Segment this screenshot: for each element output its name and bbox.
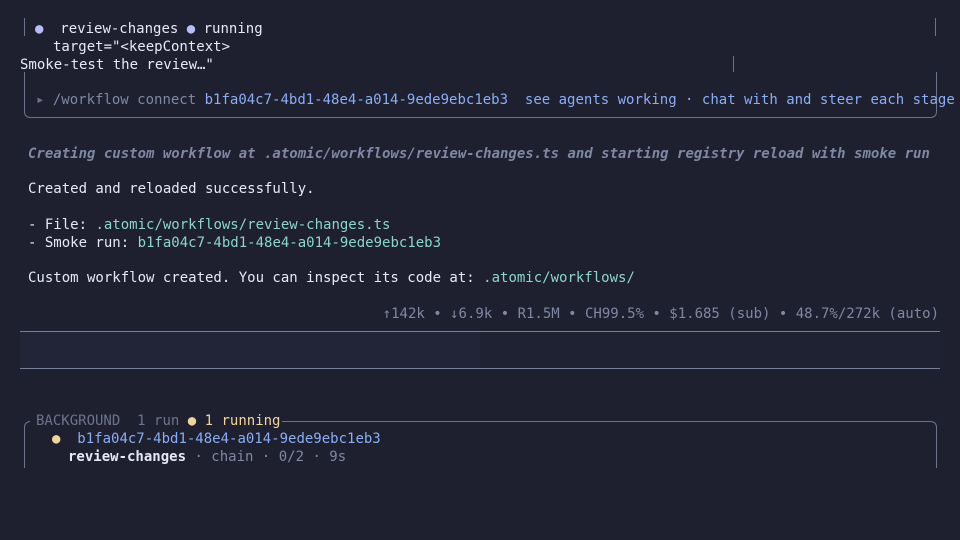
created-message: Created and reloaded successfully. — [28, 181, 315, 197]
final-prefix: Custom workflow created. You can inspect… — [28, 270, 484, 286]
smoke-label: - Smoke run: — [28, 235, 138, 251]
background-run-row[interactable]: ● b1fa04c7-4bd1-48e4-a014-9ede9ebc1eb3 — [52, 430, 381, 448]
target-line: target="<keepContext> — [53, 39, 231, 55]
background-header: BACKGROUND 1 run ● 1 running — [36, 412, 280, 430]
prompt-input-highlight — [20, 332, 480, 368]
run-status-dot-icon: ● — [52, 431, 61, 447]
final-message: Custom workflow created. You can inspect… — [28, 269, 635, 287]
usage-stats: ↑142k • ↓6.9k • R1.5M • CH99.5% • $1.685… — [382, 306, 939, 322]
background-run-meta: · chain · 0/2 · 9s — [186, 449, 347, 465]
smoke-run-line: - Smoke run: b1fa04c7-4bd1-48e4-a014-9ed… — [28, 234, 441, 252]
connect-command: /workflow connect — [52, 92, 197, 108]
background-run-name: review-changes — [68, 449, 187, 465]
running-count: 1 running — [204, 413, 281, 429]
background-count: 1 run — [137, 413, 180, 429]
viewport-bottom — [0, 468, 960, 540]
smoke-run-id[interactable]: b1fa04c7-4bd1-48e4-a014-9ede9ebc1eb3 — [138, 235, 441, 251]
top-box-left-border — [24, 18, 25, 36]
file-label: - File: — [28, 217, 96, 233]
background-run-detail: review-changes · chain · 0/2 · 9s — [68, 448, 346, 466]
status-dot-icon: ● — [186, 21, 196, 37]
file-line: - File: .atomic/workflows/review-changes… — [28, 216, 390, 234]
connect-run-id[interactable]: b1fa04c7-4bd1-48e4-a014-9ede9ebc1eb3 — [205, 92, 508, 108]
top-box-header: ● review-changes ● running — [35, 20, 263, 38]
final-path-link[interactable]: .atomic/workflows/ — [483, 270, 635, 286]
terminal-window: ● review-changes ● running target="<keep… — [0, 0, 960, 540]
background-title: BACKGROUND — [36, 413, 121, 429]
running-dot-icon: ● — [187, 413, 197, 429]
text-cursor — [733, 56, 734, 72]
prompt-input[interactable] — [20, 331, 940, 369]
workflow-name: review-changes — [60, 21, 179, 37]
workflow-dot-icon: ● — [35, 21, 44, 37]
arrow-right-icon: ▸ — [36, 92, 45, 108]
background-run-id[interactable]: b1fa04c7-4bd1-48e4-a014-9ede9ebc1eb3 — [77, 431, 380, 447]
connect-hint: see agents working · chat with and steer… — [524, 92, 955, 108]
status-message: Creating custom workflow at .atomic/work… — [28, 146, 930, 162]
file-path-link[interactable]: .atomic/workflows/review-changes.ts — [95, 217, 390, 233]
connect-line[interactable]: ▸ /workflow connect b1fa04c7-4bd1-48e4-a… — [36, 91, 955, 109]
workflow-status: running — [203, 21, 263, 37]
top-box-right-border — [935, 18, 936, 36]
